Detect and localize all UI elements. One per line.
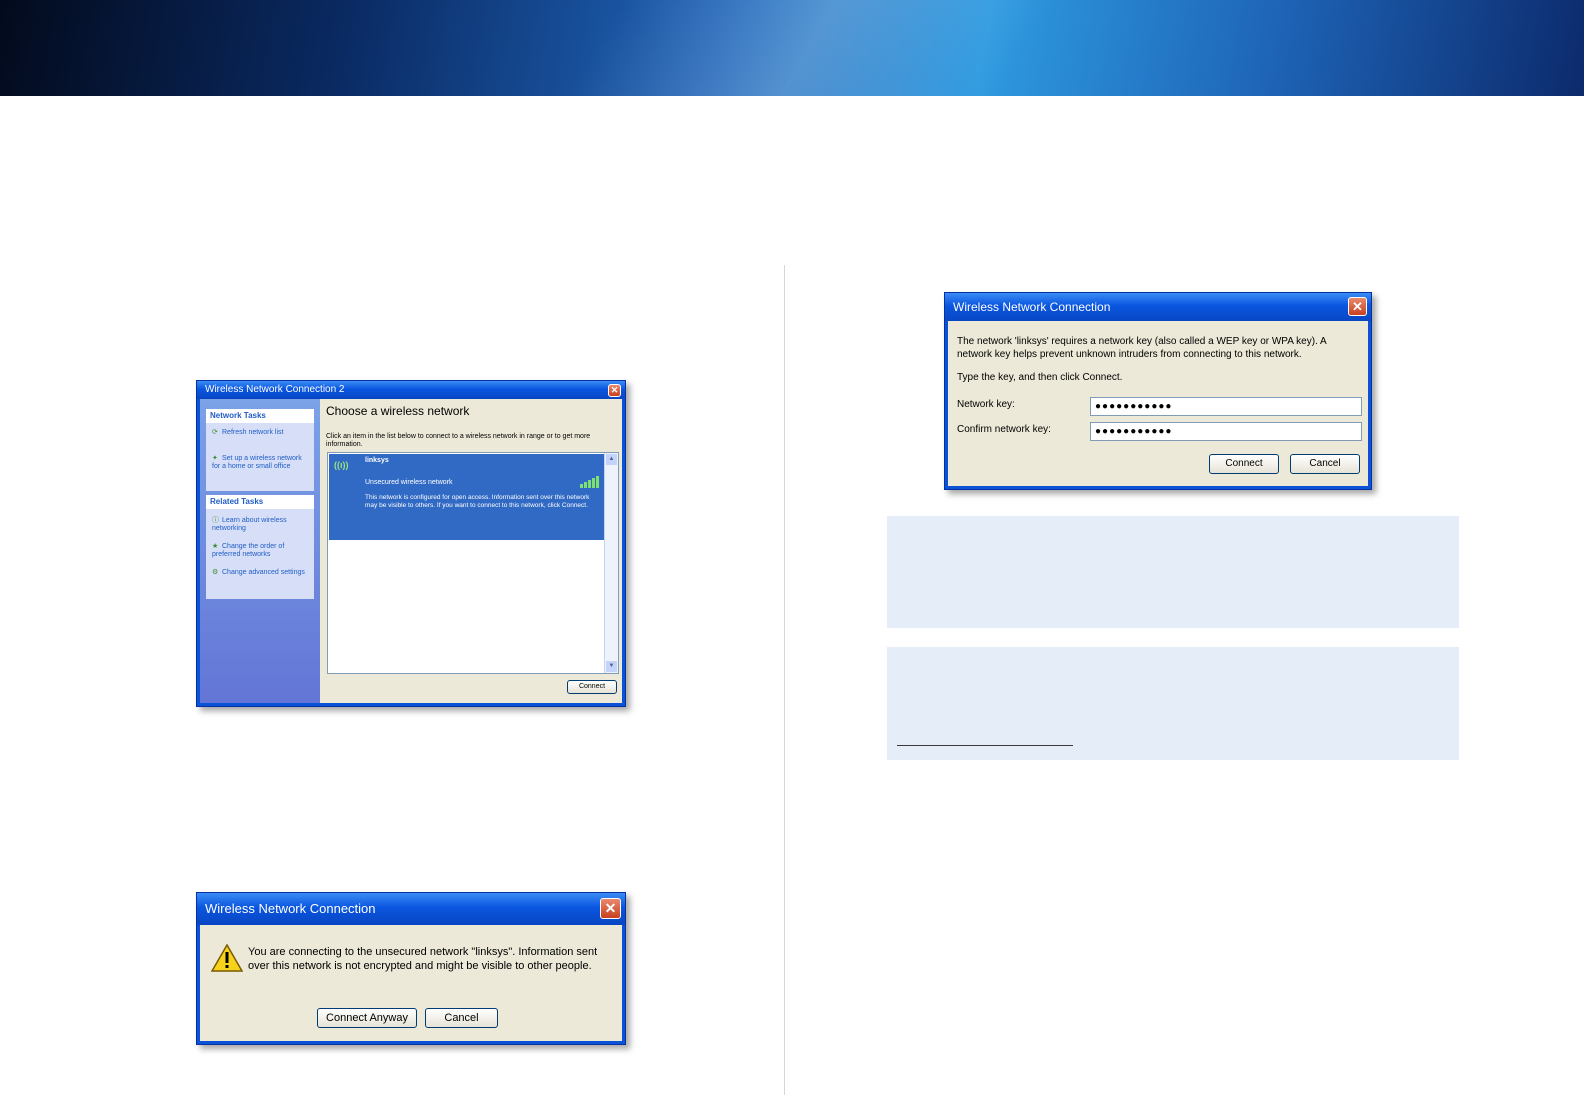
scroll-down-icon[interactable]: ▼ (606, 661, 617, 672)
close-icon[interactable]: ✕ (1348, 297, 1367, 316)
close-icon[interactable]: ✕ (600, 898, 621, 919)
cancel-button[interactable]: Cancel (425, 1008, 498, 1028)
task-label: Set up a wireless network for a home or … (212, 455, 302, 470)
network-list-item[interactable]: ((ı)) linksys Unsecured wireless network… (329, 454, 604, 540)
settings-icon: ⚙ (212, 569, 219, 576)
task-change-order[interactable]: ★ Change the order of preferred networks (212, 543, 308, 559)
task-advanced-settings[interactable]: ⚙ Change advanced settings (212, 569, 308, 577)
network-key-window: Wireless Network Connection ✕ The networ… (944, 292, 1372, 490)
network-tasks-heading: Network Tasks (206, 409, 314, 423)
connect-button[interactable]: Connect (567, 680, 617, 694)
task-pane: Network Tasks ⟳ Refresh network list ✦ Set… (200, 399, 320, 703)
related-tasks-heading: Related Tasks (206, 495, 314, 509)
window-body: The network 'linksys' requires a network… (948, 321, 1368, 486)
related-tasks-box: Related Tasks ⓘ Learn about wireless netw… (206, 495, 314, 599)
task-learn-wireless[interactable]: ⓘ Learn about wireless networking (212, 517, 308, 533)
note-box (887, 516, 1459, 628)
network-description: This network is configured for open acce… (365, 494, 590, 509)
warning-message: You are connecting to the unsecured netw… (248, 946, 598, 972)
close-icon[interactable]: ✕ (608, 384, 621, 397)
signal-strength-icon (580, 476, 600, 488)
scrollbar[interactable]: ▲ ▼ (604, 453, 618, 673)
star-icon: ★ (212, 543, 219, 550)
wireless-antenna-icon: ((ı)) (334, 460, 349, 470)
cancel-button[interactable]: Cancel (1290, 454, 1360, 474)
network-key-label: Network key: (957, 399, 1015, 410)
network-list[interactable]: ((ı)) linksys Unsecured wireless network… (327, 452, 619, 674)
task-refresh-network-list[interactable]: ⟳ Refresh network list (212, 429, 308, 437)
task-setup-wireless-network[interactable]: ✦ Set up a wireless network for a home or… (212, 455, 308, 471)
window-body: You are connecting to the unsecured netw… (200, 925, 622, 1041)
setup-icon: ✦ (212, 455, 218, 462)
pane-instruction: Click an item in the list below to conne… (326, 433, 591, 448)
column-divider (784, 265, 785, 1095)
connect-button[interactable]: Connect (1209, 454, 1279, 474)
unsecured-warning-window: Wireless Network Connection ✕ You are co… (196, 892, 626, 1045)
scroll-up-icon[interactable]: ▲ (606, 454, 617, 465)
confirm-network-key-label: Confirm network key: (957, 424, 1051, 435)
network-security: Unsecured wireless network (365, 479, 453, 486)
network-list-pane: Choose a wireless network Click an item … (320, 399, 622, 703)
choose-network-window: Wireless Network Connection 2 ✕ Network … (196, 380, 626, 707)
task-label: Change advanced settings (222, 569, 305, 576)
network-ssid: linksys (365, 457, 389, 464)
task-label: Learn about wireless networking (212, 517, 287, 532)
warning-icon (211, 944, 243, 972)
title-bar: Wireless Network Connection ✕ (197, 893, 625, 925)
title-bar: Wireless Network Connection ✕ (945, 293, 1371, 321)
network-tasks-box: Network Tasks ⟳ Refresh network list ✦ Set… (206, 409, 314, 491)
tip-box (887, 647, 1459, 760)
window-title: Wireless Network Connection 2 (205, 384, 345, 395)
info-icon: ⓘ (212, 517, 219, 524)
pane-heading: Choose a wireless network (326, 404, 470, 418)
window-title: Wireless Network Connection (205, 901, 376, 916)
type-key-instruction: Type the key, and then click Connect. (957, 372, 1123, 383)
task-label: Refresh network list (222, 429, 284, 436)
confirm-network-key-field[interactable]: ●●●●●●●●●●● (1090, 422, 1362, 441)
window-title: Wireless Network Connection (953, 300, 1111, 314)
key-required-message: The network 'linksys' requires a network… (957, 336, 1327, 360)
manual-page: Wireless Network Connection 2 ✕ Network … (0, 0, 1584, 1111)
banner-highlight (560, 0, 1120, 96)
link-underline[interactable] (897, 745, 1073, 746)
refresh-icon: ⟳ (212, 429, 218, 436)
window-body: Network Tasks ⟳ Refresh network list ✦ Set… (200, 399, 622, 703)
network-key-field[interactable]: ●●●●●●●●●●● (1090, 397, 1362, 416)
connect-anyway-button[interactable]: Connect Anyway (317, 1008, 417, 1028)
header-banner (0, 0, 1584, 96)
title-bar: Wireless Network Connection 2 ✕ (197, 381, 625, 399)
task-label: Change the order of preferred networks (212, 543, 285, 558)
